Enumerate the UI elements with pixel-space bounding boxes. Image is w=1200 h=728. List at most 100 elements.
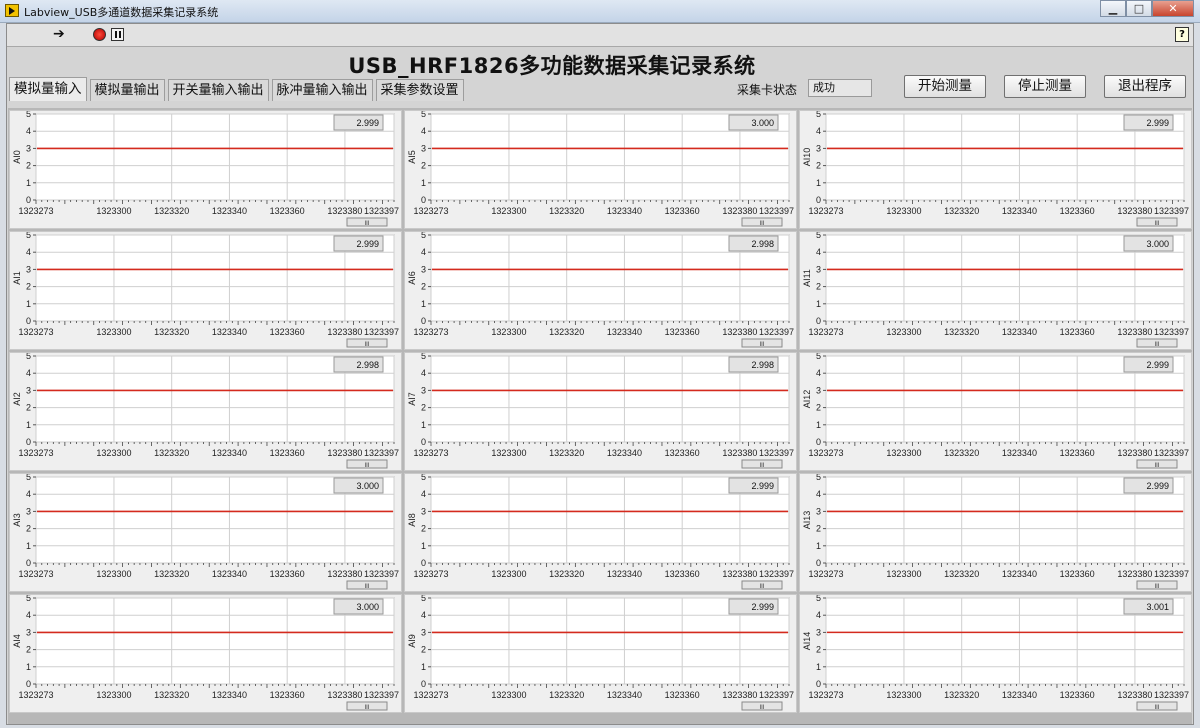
x-tick-label: 1323340 (1002, 327, 1037, 337)
run-arrow-icon[interactable]: ➔ (53, 27, 65, 41)
abort-icon[interactable] (93, 28, 106, 41)
digital-display-value: 2.998 (356, 360, 379, 370)
waveform-chart-ai2[interactable]: 0 1 2 3 4 5 1323273 1323300 1323320 1323340 132336… (9, 352, 402, 471)
x-tick-label: 1323380 (1117, 327, 1152, 337)
y-tick-label: 2 (421, 524, 426, 534)
minimize-button[interactable]: ▁ (1100, 0, 1126, 17)
x-tick-label: 1323300 (886, 690, 921, 700)
x-tick-label: 1323397 (364, 448, 399, 458)
y-axis-label: AI3 (12, 513, 22, 527)
y-tick-label: 2 (26, 524, 31, 534)
x-tick-label: 1323340 (607, 569, 642, 579)
x-tick-label: 1323320 (154, 690, 189, 700)
labview-app-icon (5, 4, 19, 17)
x-tick-label: 1323320 (549, 690, 584, 700)
x-tick-label: 1323273 (413, 569, 448, 579)
x-tick-label: 1323273 (18, 327, 53, 337)
digital-display-value: 2.999 (1146, 360, 1169, 370)
x-tick-label: 1323340 (212, 569, 247, 579)
x-tick-label: 1323360 (270, 448, 305, 458)
y-tick-label: 1 (26, 299, 31, 309)
x-tick-label: 1323273 (413, 206, 448, 216)
x-tick-label: 1323273 (808, 569, 843, 579)
y-tick-label: 0 (816, 679, 821, 689)
digital-display-value: 3.000 (356, 481, 379, 491)
waveform-chart-ai4[interactable]: 0 1 2 3 4 5 1323273 1323300 1323320 1323340 132336… (9, 594, 402, 713)
digital-display-value: 3.001 (1146, 602, 1169, 612)
x-tick-label: 1323320 (154, 327, 189, 337)
y-tick-label: 5 (26, 111, 31, 119)
y-axis-label: AI9 (407, 634, 417, 648)
x-tick-label: 1323273 (808, 206, 843, 216)
x-tick-label: 1323340 (212, 206, 247, 216)
x-tick-label: 1323300 (886, 327, 921, 337)
start-measure-button[interactable]: 开始测量 (904, 75, 986, 98)
waveform-chart-ai3[interactable]: 0 1 2 3 4 5 1323273 1323300 1323320 1323340 132336… (9, 473, 402, 592)
waveform-chart-ai7[interactable]: 0 1 2 3 4 5 1323273 1323300 1323320 1323340 132336… (404, 352, 797, 471)
y-axis-label: AI8 (407, 513, 417, 527)
scrollbar-grip-icon: III (759, 463, 764, 469)
x-tick-label: 1323360 (270, 690, 305, 700)
y-tick-label: 3 (421, 264, 426, 274)
y-tick-label: 3 (816, 264, 821, 274)
waveform-chart-ai1[interactable]: 0 1 2 3 4 5 1323273 1323300 1323320 1323340 132336… (9, 231, 402, 350)
tab-analog-input[interactable]: 模拟量输入 (9, 77, 87, 101)
waveform-chart-ai8[interactable]: 0 1 2 3 4 5 1323273 1323300 1323320 1323340 132336… (404, 473, 797, 592)
x-tick-label: 1323300 (96, 690, 131, 700)
scrollbar-grip-icon: III (364, 221, 369, 227)
chart-svg: 0 1 2 3 4 5 1323273 1323300 1323320 1323340 132336… (802, 353, 1189, 469)
y-tick-label: 5 (816, 595, 821, 603)
x-tick-label: 1323380 (1117, 448, 1152, 458)
close-button[interactable]: ✕ (1152, 0, 1194, 17)
x-tick-label: 1323320 (549, 448, 584, 458)
y-tick-label: 4 (26, 368, 31, 378)
x-tick-label: 1323380 (722, 690, 757, 700)
x-tick-label: 1323340 (607, 690, 642, 700)
x-tick-label: 1323340 (212, 327, 247, 337)
y-tick-label: 3 (421, 385, 426, 395)
y-tick-label: 3 (26, 506, 31, 516)
pause-icon[interactable] (111, 28, 124, 41)
digital-display-value: 2.999 (1146, 118, 1169, 128)
x-tick-label: 1323300 (491, 327, 526, 337)
digital-display-value: 2.998 (751, 239, 774, 249)
tab-pulse-io[interactable]: 脉冲量输入输出 (271, 79, 373, 101)
y-tick-label: 5 (816, 232, 821, 240)
scrollbar-grip-icon: III (759, 705, 764, 711)
y-tick-label: 2 (421, 403, 426, 413)
tab-analog-output[interactable]: 模拟量输出 (89, 79, 165, 101)
scrollbar-grip-icon: III (1154, 463, 1159, 469)
digital-display-value: 2.998 (751, 360, 774, 370)
window-titlebar: Labview_USB多通道数据采集记录系统 ▁ □ ✕ (0, 0, 1200, 23)
waveform-chart-ai13[interactable]: 0 1 2 3 4 5 1323273 1323300 1323320 1323340 132336… (799, 473, 1192, 592)
exit-program-button[interactable]: 退出程序 (1104, 75, 1186, 98)
waveform-chart-ai0[interactable]: 0 1 2 3 4 5 1323273 1323300 1323320 1323340 132336… (9, 110, 402, 229)
waveform-chart-ai11[interactable]: 0 1 2 3 4 5 1323273 1323300 1323320 1323340 132336… (799, 231, 1192, 350)
waveform-chart-ai6[interactable]: 0 1 2 3 4 5 1323273 1323300 1323320 1323340 132336… (404, 231, 797, 350)
waveform-chart-ai14[interactable]: 0 1 2 3 4 5 1323273 1323300 1323320 1323340 132336… (799, 594, 1192, 713)
x-tick-label: 1323320 (944, 690, 979, 700)
help-button[interactable]: ? (1175, 27, 1189, 42)
card-status-indicator: 成功 (808, 79, 872, 97)
x-tick-label: 1323360 (270, 327, 305, 337)
chart-svg: 0 1 2 3 4 5 1323273 1323300 1323320 1323340 132336… (12, 595, 399, 711)
stop-measure-button[interactable]: 停止测量 (1004, 75, 1086, 98)
waveform-chart-ai5[interactable]: 0 1 2 3 4 5 1323273 1323300 1323320 1323340 132336… (404, 110, 797, 229)
maximize-button[interactable]: □ (1126, 0, 1152, 17)
y-tick-label: 5 (421, 353, 426, 361)
y-tick-label: 4 (816, 368, 821, 378)
scrollbar-grip-icon: III (364, 584, 369, 590)
y-tick-label: 4 (421, 126, 426, 136)
y-tick-label: 1 (816, 420, 821, 430)
x-tick-label: 1323397 (364, 690, 399, 700)
x-tick-label: 1323273 (413, 690, 448, 700)
digital-display-value: 3.000 (356, 602, 379, 612)
waveform-chart-ai12[interactable]: 0 1 2 3 4 5 1323273 1323300 1323320 1323340 132336… (799, 352, 1192, 471)
waveform-chart-ai9[interactable]: 0 1 2 3 4 5 1323273 1323300 1323320 1323340 132336… (404, 594, 797, 713)
waveform-chart-ai10[interactable]: 0 1 2 3 4 5 1323273 1323300 1323320 1323340 132336… (799, 110, 1192, 229)
tab-acquisition-settings[interactable]: 采集参数设置 (375, 79, 464, 101)
x-tick-label: 1323300 (491, 206, 526, 216)
tab-digital-io[interactable]: 开关量输入输出 (167, 79, 269, 101)
x-tick-label: 1323360 (665, 690, 700, 700)
y-tick-label: 3 (816, 385, 821, 395)
